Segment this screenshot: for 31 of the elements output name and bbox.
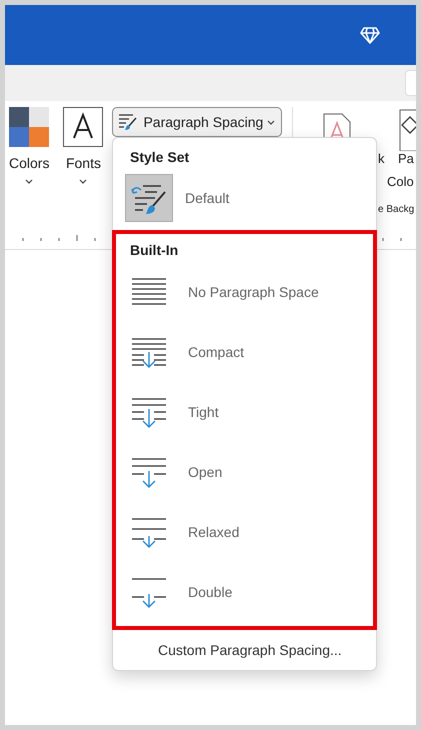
page-color-icon[interactable]	[398, 109, 416, 151]
line-spacing-icon	[132, 456, 166, 488]
menu-item[interactable]: No Paragraph Space	[116, 262, 373, 322]
menu-item[interactable]: Tight	[116, 382, 373, 442]
menu-item[interactable]: Relaxed	[116, 502, 373, 562]
chevron-down-icon	[25, 179, 34, 184]
line-spacing-icon	[132, 516, 166, 548]
section-header: Style Set	[129, 148, 190, 167]
line-spacing-icon	[132, 396, 166, 428]
menu-item[interactable]: Open	[116, 442, 373, 502]
font-letter-icon	[63, 107, 104, 147]
gallery-button[interactable]: Colors	[9, 107, 50, 184]
input-field[interactable]	[405, 70, 416, 96]
chevron-down-icon	[79, 179, 88, 184]
group-label: e Backg	[378, 204, 414, 215]
menu-item[interactable]: Double	[116, 562, 373, 622]
ribbon-label: Pa	[398, 151, 414, 166]
ribbon-label: k	[378, 151, 384, 166]
ribbon-label: Colo	[387, 174, 414, 189]
section-header: Built-In	[129, 241, 180, 260]
chevron-down-icon	[267, 120, 276, 124]
menu-item[interactable]: Custom Paragraph Spacing...	[113, 630, 376, 670]
menu-item[interactable]: Default	[113, 171, 376, 225]
gallery-button[interactable]: Fonts	[63, 107, 104, 184]
diamond-icon[interactable]	[360, 25, 380, 45]
line-spacing-icon	[132, 576, 166, 608]
paragraph-brush-icon	[117, 112, 140, 132]
paragraph-spacing-button[interactable]: Paragraph Spacing	[112, 107, 282, 137]
menu-item[interactable]: Compact	[116, 322, 373, 382]
line-spacing-icon	[132, 336, 166, 368]
color-palette-icon	[9, 107, 50, 147]
